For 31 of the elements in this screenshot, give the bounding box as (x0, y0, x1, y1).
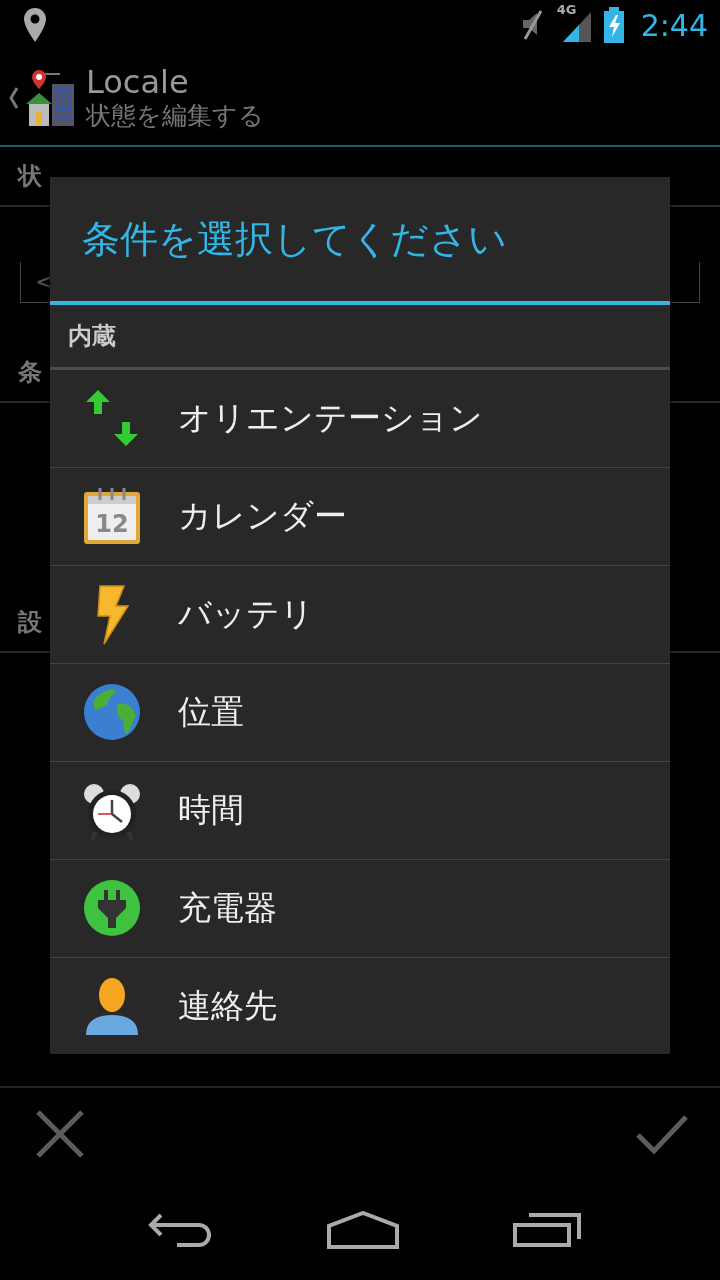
list-item[interactable]: 充電器 (50, 860, 670, 958)
back-icon (147, 1211, 213, 1249)
app-title: Locale (86, 63, 190, 100)
section-label: 設 (18, 607, 42, 638)
checkmark-icon (636, 1113, 688, 1155)
list-item[interactable]: 連絡先 (50, 958, 670, 1054)
list-item[interactable]: オリエンテーション (50, 370, 670, 468)
list-item[interactable]: 時間 (50, 762, 670, 860)
recent-apps-icon (513, 1211, 583, 1249)
house-and-building-icon (24, 67, 76, 128)
home-button[interactable] (327, 1211, 399, 1249)
confirm-button[interactable] (636, 1113, 688, 1155)
battery-charging-icon (602, 7, 625, 43)
screen-subtitle: 状態を編集する (86, 99, 264, 132)
close-icon (36, 1110, 84, 1158)
chevron-left-icon (8, 85, 20, 110)
section-label: 条 (18, 357, 42, 388)
section-label: 状 (18, 161, 42, 192)
clock-time: 2:44 (640, 7, 708, 43)
back-button[interactable] (147, 1211, 213, 1249)
list-item[interactable]: バッテリ (50, 566, 670, 664)
network-label: 4G (556, 2, 577, 17)
list-item[interactable]: 位置 (50, 664, 670, 762)
section-header: 内蔵 (68, 321, 116, 352)
home-icon (327, 1211, 399, 1249)
location-pin-icon (22, 6, 48, 44)
recent-apps-button[interactable] (513, 1211, 583, 1249)
cancel-button[interactable] (36, 1110, 84, 1158)
up-button[interactable] (8, 67, 76, 128)
list-item[interactable]: 12 カレンダー (50, 468, 670, 566)
dialog-title: 条件を選択してください (82, 215, 507, 263)
